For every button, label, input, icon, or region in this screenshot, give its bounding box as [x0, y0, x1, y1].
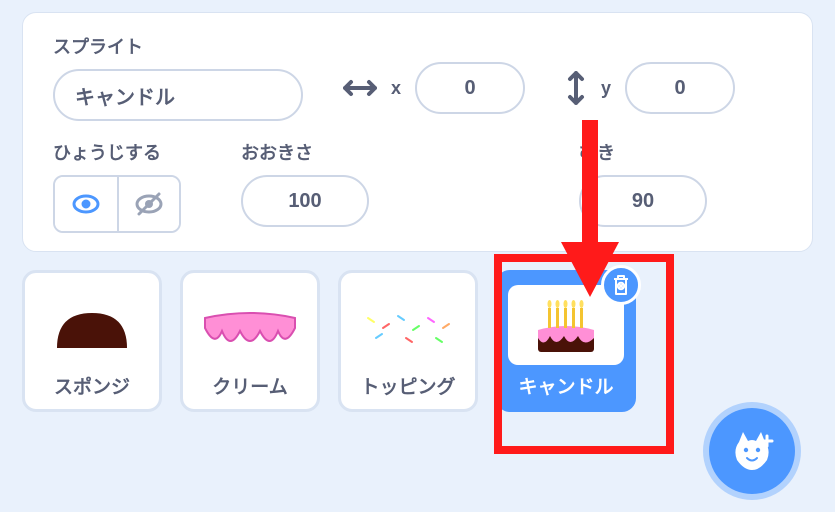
direction-input[interactable]: 90 — [579, 175, 707, 227]
eye-closed-icon — [134, 189, 164, 219]
show-hidden-button[interactable] — [117, 177, 179, 231]
sprite-thumb — [189, 283, 311, 372]
sprite-tile-label: クリーム — [212, 372, 287, 399]
visibility-toggle — [53, 175, 181, 233]
sprite-thumb — [31, 283, 153, 372]
visibility-label: ひょうじする — [53, 139, 181, 165]
sprite-tile-label: キャンドル — [518, 372, 613, 399]
delete-sprite-button[interactable] — [601, 265, 641, 305]
sprite-tile-topping[interactable]: トッピング — [338, 270, 478, 412]
y-label: y — [601, 78, 611, 99]
arrows-horizontal-icon — [343, 77, 377, 99]
sprite-tile-candle[interactable]: キャンドル — [496, 270, 636, 412]
cake-candle-icon — [526, 290, 606, 360]
eye-open-icon — [71, 189, 101, 219]
x-position-group: x 0 — [343, 62, 525, 114]
cream-icon — [200, 303, 300, 353]
y-position-group: y 0 — [565, 62, 735, 114]
y-input[interactable]: 0 — [625, 62, 735, 114]
sprite-thumb — [347, 283, 469, 372]
sprite-tile-cream[interactable]: クリーム — [180, 270, 320, 412]
sprite-list: スポンジ クリーム トッピング — [22, 270, 813, 412]
topping-icon — [358, 308, 458, 348]
sprite-tile-label: スポンジ — [54, 372, 130, 399]
trash-icon — [611, 274, 631, 296]
arrows-vertical-icon — [565, 71, 587, 105]
cat-plus-icon — [727, 426, 777, 476]
sprite-section-label: スプライト — [53, 33, 303, 59]
sponge-icon — [47, 298, 137, 358]
sprite-tile-label: トッピング — [360, 372, 455, 399]
x-label: x — [391, 78, 401, 99]
add-sprite-button[interactable] — [709, 408, 795, 494]
size-label: おおきさ — [241, 139, 369, 165]
sprite-tile-sponge[interactable]: スポンジ — [22, 270, 162, 412]
show-visible-button[interactable] — [55, 177, 117, 231]
sprite-name-input[interactable]: キャンドル — [53, 69, 303, 121]
direction-label: むき — [579, 139, 707, 165]
size-input[interactable]: 100 — [241, 175, 369, 227]
x-input[interactable]: 0 — [415, 62, 525, 114]
sprite-info-panel: スプライト キャンドル x 0 y 0 ひょうじする — [22, 12, 813, 252]
